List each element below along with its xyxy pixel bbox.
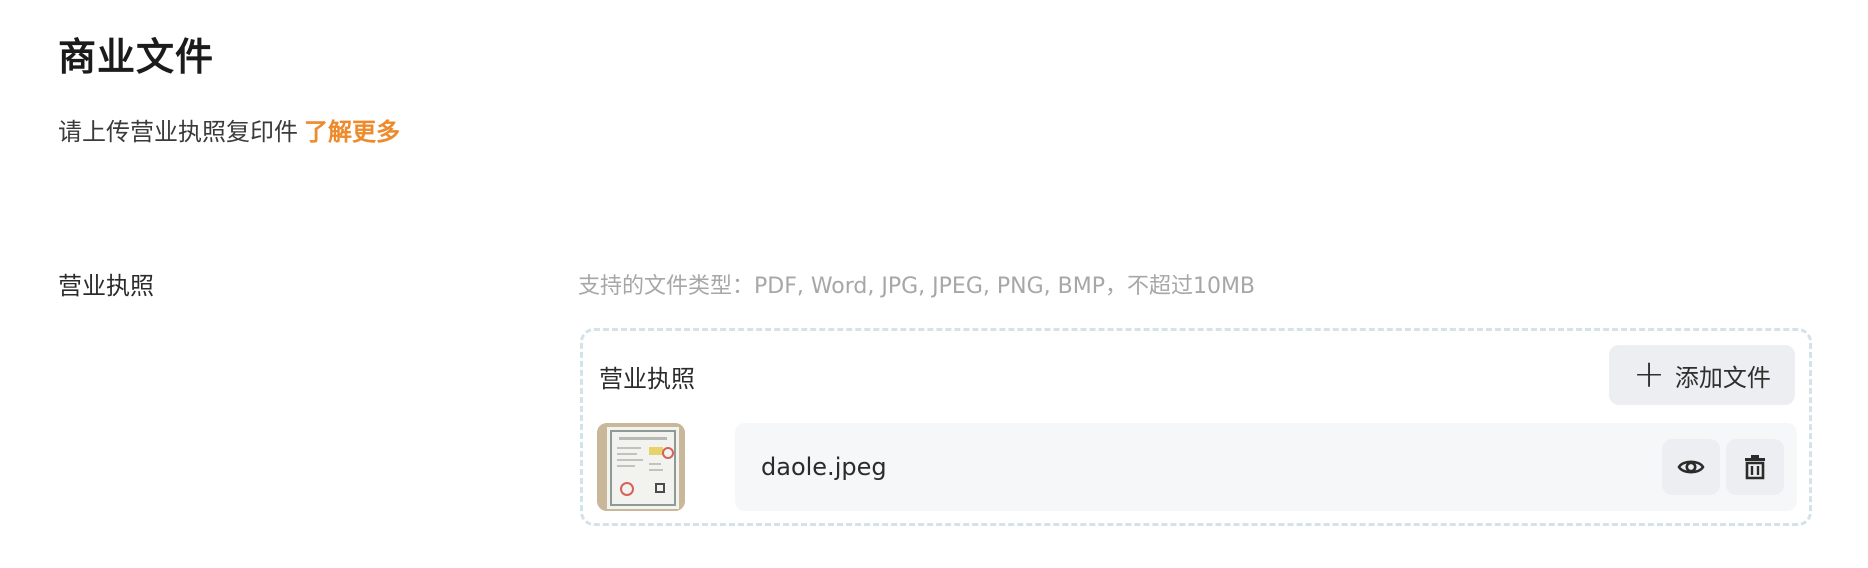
supported-file-types-hint: 支持的文件类型：PDF, Word, JPG, JPEG, PNG, BMP，不… (578, 274, 1256, 299)
file-thumbnail[interactable] (597, 423, 685, 511)
trash-icon (1745, 455, 1765, 480)
delete-button[interactable] (1726, 439, 1784, 495)
certificate-thumbnail-image (597, 423, 685, 511)
eye-icon (1677, 460, 1705, 474)
add-file-button[interactable]: + 添加文件 (1609, 345, 1795, 405)
business-license-field-label: 营业执照 (58, 272, 154, 300)
uploaded-file-row: daole.jpeg (735, 423, 1797, 511)
learn-more-link[interactable]: 了解更多 (304, 118, 400, 146)
business-documents-page: 商业文件 请上传营业执照复印件 了解更多 营业执照 支持的文件类型：PDF, Wo… (0, 0, 1868, 568)
file-name: daole.jpeg (761, 453, 887, 481)
plus-icon: + (1633, 351, 1665, 396)
section-title: 商业文件 (58, 35, 215, 79)
section-subtitle: 请上传营业执照复印件 了解更多 (58, 112, 400, 147)
upload-dropzone[interactable]: 营业执照 + 添加文件 daole.jpeg (580, 328, 1812, 526)
upload-title: 营业执照 (599, 365, 695, 393)
add-file-label: 添加文件 (1674, 363, 1771, 392)
preview-button[interactable] (1662, 439, 1720, 495)
subtitle-text: 请上传营业执照复印件 (58, 118, 298, 146)
